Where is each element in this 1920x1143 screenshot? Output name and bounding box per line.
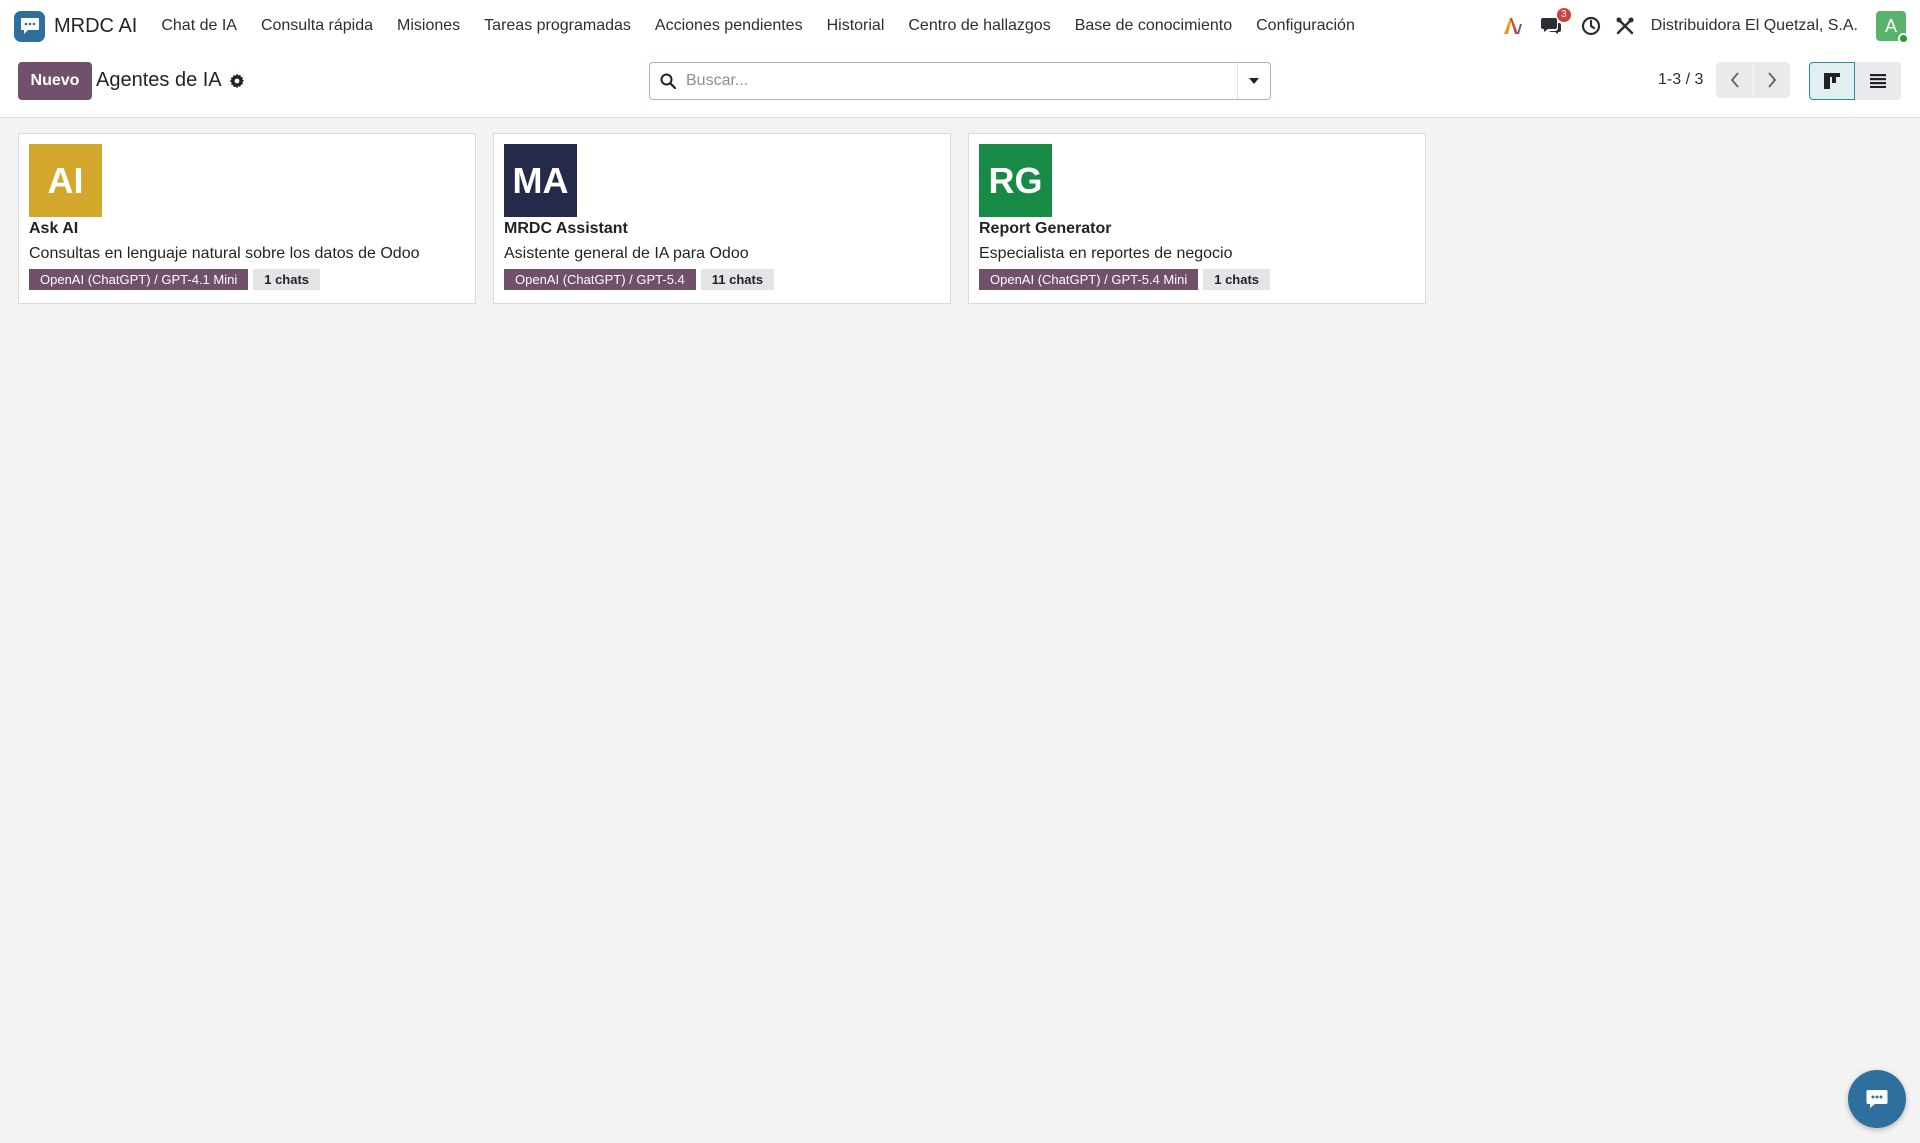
chevron-left-icon[interactable] [1716,62,1753,98]
menu-item-knowledge-base[interactable]: Base de conocimiento [1075,17,1232,35]
company-switcher[interactable]: Distribuidora El Quetzal, S.A. [1651,17,1858,35]
menu-item-pending-actions[interactable]: Acciones pendientes [655,17,803,35]
caret-down-icon[interactable] [1237,63,1270,99]
chat-bubble-icon[interactable] [1848,1070,1906,1128]
agent-avatar: MA [504,144,577,217]
agent-description: Consultas en lenguaje natural sobre los … [29,245,420,262]
menu-item-scheduled-tasks[interactable]: Tareas programadas [484,17,631,35]
messages-badge: 3 [1556,8,1571,22]
main-menu: Chat de IA Consulta rápida Misiones Tare… [161,17,1379,35]
search-icon [650,73,686,89]
agent-name: Report Generator [979,220,1112,237]
list-view-icon[interactable] [1855,62,1901,100]
gear-icon[interactable] [229,73,245,89]
menu-item-missions[interactable]: Misiones [397,17,460,35]
ai-icon[interactable] [1501,14,1525,38]
agent-tags: OpenAI (ChatGPT) / GPT-5.4 11 chats [504,269,940,290]
tools-icon[interactable] [1613,14,1637,38]
search-input[interactable] [686,72,1237,90]
menu-item-chat[interactable]: Chat de IA [161,17,237,35]
new-button[interactable]: Nuevo [18,62,92,100]
menu-item-findings[interactable]: Centro de hallazgos [908,17,1050,35]
agent-description: Especialista en reportes de negocio [979,245,1233,262]
agent-avatar: AI [29,144,102,217]
agent-card[interactable]: RG Report Generator Especialista en repo… [968,133,1426,304]
chats-count-tag: 1 chats [253,269,321,290]
breadcrumb: Agentes de IA [96,69,245,92]
chats-count-tag: 1 chats [1203,269,1271,290]
agent-name: Ask AI [29,220,79,237]
menu-item-history[interactable]: Historial [827,17,885,35]
model-tag: OpenAI (ChatGPT) / GPT-5.4 [504,269,696,290]
menu-item-quick-query[interactable]: Consulta rápida [261,17,373,35]
chats-count-tag: 11 chats [700,269,775,290]
avatar[interactable]: A [1876,11,1909,44]
chevron-right-icon[interactable] [1753,62,1790,98]
search-bar [649,62,1271,100]
agent-description: Asistente general de IA para Odoo [504,245,749,262]
model-tag: OpenAI (ChatGPT) / GPT-5.4 Mini [979,269,1199,290]
agent-name: MRDC Assistant [504,220,628,237]
systray: 3 Distribuidora El Quetzal, S.A. A [1491,0,1909,52]
pager-value[interactable]: 1-3 / 3 [1658,71,1703,89]
clock-icon[interactable] [1579,14,1603,38]
kanban-view-icon[interactable] [1809,62,1855,100]
model-tag: OpenAI (ChatGPT) / GPT-4.1 Mini [29,269,249,290]
top-navbar: MRDC AI Chat de IA Consulta rápida Misio… [0,0,1920,52]
page-title: Agentes de IA [96,69,222,91]
chat-icon[interactable]: 3 [1539,8,1571,38]
agent-card[interactable]: MA MRDC Assistant Asistente general de I… [493,133,951,304]
online-status-icon [1898,33,1909,44]
kanban-view: AI Ask AI Consultas en lenguaje natural … [18,133,1443,304]
menu-item-settings[interactable]: Configuración [1256,17,1355,35]
app-logo-icon[interactable] [14,10,45,42]
agent-tags: OpenAI (ChatGPT) / GPT-4.1 Mini 1 chats [29,269,465,290]
avatar-initial: A [1884,15,1897,36]
agent-card[interactable]: AI Ask AI Consultas en lenguaje natural … [18,133,476,304]
agent-avatar: RG [979,144,1052,217]
app-name[interactable]: MRDC AI [54,15,137,38]
control-panel: Nuevo Agentes de IA 1-3 / 3 [0,52,1920,118]
agent-tags: OpenAI (ChatGPT) / GPT-5.4 Mini 1 chats [979,269,1415,290]
